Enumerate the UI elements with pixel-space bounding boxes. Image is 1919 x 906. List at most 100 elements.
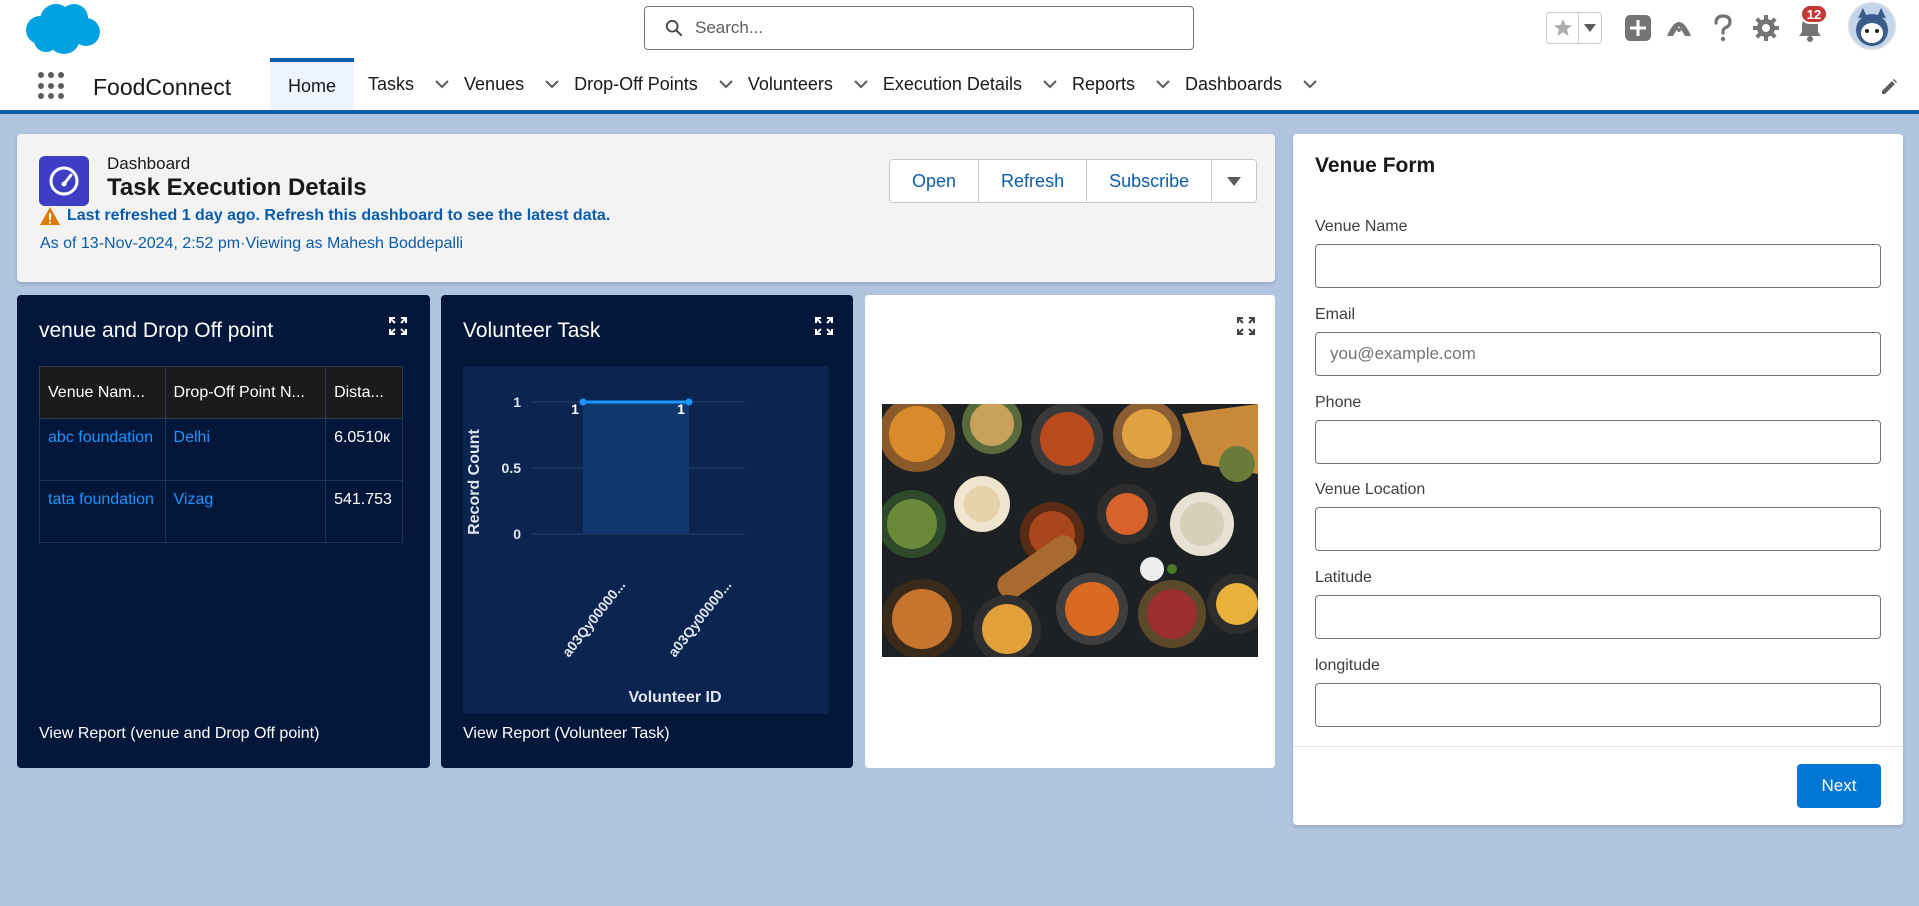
refresh-warning: Last refreshed 1 day ago. Refresh this d…	[39, 206, 610, 226]
table-row: abc foundation Delhi 6.0510к	[39, 418, 403, 481]
chart-svg: 0 0.5 1 1 1 a03Qy00000... a03Qy00000... Recor…	[466, 394, 745, 706]
chevron-down-icon[interactable]	[1302, 76, 1318, 92]
dashboard-kicker: Dashboard	[107, 154, 191, 173]
more-actions-button[interactable]	[1212, 160, 1257, 202]
dashboard-gauge-icon	[39, 156, 89, 206]
chevron-down-icon[interactable]	[544, 76, 560, 92]
nav-tab-dashboards[interactable]: Dashboards	[1185, 58, 1332, 110]
nav-tab-venues[interactable]: Venues	[464, 58, 574, 110]
app-nav-bar: FoodConnect Home Tasks Venues Drop-Off P…	[0, 58, 1919, 114]
nav-tab-label: Execution Details	[882, 73, 1022, 94]
nav-tab-drop-off-points[interactable]: Drop-Off Points	[574, 58, 748, 110]
chart-x-tick-label: a03Qy00000...	[665, 577, 735, 660]
drop-off-point-link[interactable]: Delhi	[164, 418, 327, 481]
next-button[interactable]: Next	[1797, 764, 1881, 808]
app-launcher-icon[interactable]	[38, 72, 66, 100]
help-icon[interactable]	[1707, 12, 1739, 44]
chart-data-point	[579, 398, 587, 406]
venue-name-input[interactable]	[1315, 244, 1881, 288]
volunteer-task-chart[interactable]: 0 0.5 1 1 1 a03Qy00000... a03Qy00000... Recor…	[463, 366, 829, 714]
expand-icon[interactable]	[389, 317, 409, 337]
gear-icon[interactable]	[1750, 12, 1782, 44]
warning-icon	[40, 207, 60, 225]
nav-tab-tasks[interactable]: Tasks	[368, 58, 464, 110]
nav-tab-label: Reports	[1071, 73, 1135, 94]
column-header-venue-name[interactable]: Venue Nam...	[39, 366, 166, 419]
app-name: FoodConnect	[93, 74, 232, 100]
nav-items: Home Tasks Venues Drop-Off Points Volunt…	[270, 58, 1332, 110]
edit-nav-icon[interactable]	[1880, 78, 1897, 94]
chevron-down-icon	[1227, 176, 1242, 186]
venue-drop-off-table: Venue Nam... Drop-Off Point N... Dista..…	[39, 366, 403, 543]
global-search[interactable]	[644, 6, 1194, 50]
open-button[interactable]: Open	[890, 160, 980, 202]
latitude-field: Latitude	[1315, 569, 1881, 639]
subscribe-button[interactable]: Subscribe	[1087, 160, 1213, 202]
chart-x-axis-label: Volunteer ID	[628, 689, 721, 706]
venue-location-input[interactable]	[1315, 507, 1881, 551]
chevron-down-icon[interactable]	[853, 76, 869, 92]
distance-cell: 6.0510к	[325, 418, 403, 481]
chevron-down-icon[interactable]	[1579, 13, 1601, 43]
venue-location-field: Venue Location	[1315, 481, 1881, 551]
chart-x-tick-label: a03Qy00000...	[559, 577, 629, 660]
table-header-row: Venue Nam... Drop-Off Point N... Dista..…	[39, 366, 403, 419]
column-header-drop-off-point[interactable]: Drop-Off Point N...	[164, 366, 327, 419]
salesforce-cloud-icon[interactable]	[20, 0, 102, 56]
chart-y-tick-label: 0.5	[502, 460, 522, 476]
expand-icon[interactable]	[1237, 317, 1257, 337]
widget-title: Volunteer Task	[463, 319, 601, 342]
venue-name-link[interactable]: abc foundation	[39, 418, 166, 481]
global-header: 12	[0, 0, 1919, 58]
search-icon	[665, 19, 683, 37]
longitude-input[interactable]	[1315, 683, 1881, 727]
table-row: tata foundation Vizag 541.753	[39, 480, 403, 543]
view-report-link[interactable]: View Report (Volunteer Task)	[463, 725, 670, 743]
widget-title: venue and Drop Off point	[39, 319, 274, 342]
favorites-group[interactable]	[1546, 12, 1602, 44]
chevron-down-icon[interactable]	[1155, 76, 1171, 92]
avatar-icon[interactable]	[1848, 2, 1896, 50]
widget-volunteer-task: Volunteer Task 0 0.5 1 1 1 a03Qy00000... a03Q…	[441, 295, 853, 768]
field-label: longitude	[1315, 657, 1380, 674]
chart-area-fill	[583, 402, 689, 534]
email-input[interactable]	[1315, 332, 1881, 376]
nav-tab-execution-details[interactable]: Execution Details	[883, 58, 1072, 110]
widget-food-image	[865, 295, 1275, 768]
chart-data-point	[685, 398, 693, 406]
latitude-input[interactable]	[1315, 595, 1881, 639]
search-input[interactable]	[695, 18, 1155, 38]
nav-tab-volunteers[interactable]: Volunteers	[748, 58, 883, 110]
nav-tab-home[interactable]: Home	[270, 58, 355, 110]
field-label: Venue Location	[1315, 481, 1426, 498]
venue-name-link[interactable]: tata foundation	[39, 480, 166, 543]
chevron-down-icon[interactable]	[1042, 76, 1058, 92]
column-header-distance[interactable]: Dista...	[325, 366, 403, 419]
longitude-field: longitude	[1315, 657, 1881, 727]
expand-icon[interactable]	[815, 317, 835, 337]
field-label: Phone	[1315, 394, 1362, 411]
dashboard-as-of: As of 13-Nov-2024, 2:52 pm·Viewing as Ma…	[40, 235, 464, 252]
chart-y-tick-label: 0	[513, 526, 521, 542]
refresh-button[interactable]: Refresh	[979, 160, 1088, 202]
phone-field: Phone	[1315, 394, 1881, 464]
drop-off-point-link[interactable]: Vizag	[164, 480, 327, 543]
chevron-down-icon[interactable]	[718, 76, 734, 92]
chart-y-axis-label: Record Count	[466, 428, 483, 534]
field-label: Latitude	[1315, 569, 1372, 586]
star-icon[interactable]	[1547, 13, 1579, 43]
phone-input[interactable]	[1315, 420, 1881, 464]
food-platter-image	[882, 404, 1258, 657]
add-icon[interactable]	[1622, 12, 1654, 44]
field-label: Venue Name	[1315, 218, 1408, 235]
refresh-warning-text: Last refreshed 1 day ago. Refresh this d…	[67, 207, 611, 224]
distance-cell: 541.753	[325, 480, 403, 543]
venue-name-field: Venue Name	[1315, 218, 1881, 288]
view-report-link[interactable]: View Report (venue and Drop Off point)	[39, 725, 319, 743]
chevron-down-icon[interactable]	[434, 76, 450, 92]
trailhead-icon[interactable]	[1663, 12, 1695, 44]
nav-tab-reports[interactable]: Reports	[1072, 58, 1185, 110]
form-divider	[1293, 746, 1903, 747]
venue-form: Venue Form Venue Name Email Phone Venue …	[1293, 134, 1903, 825]
notification-badge: 12	[1800, 4, 1828, 24]
